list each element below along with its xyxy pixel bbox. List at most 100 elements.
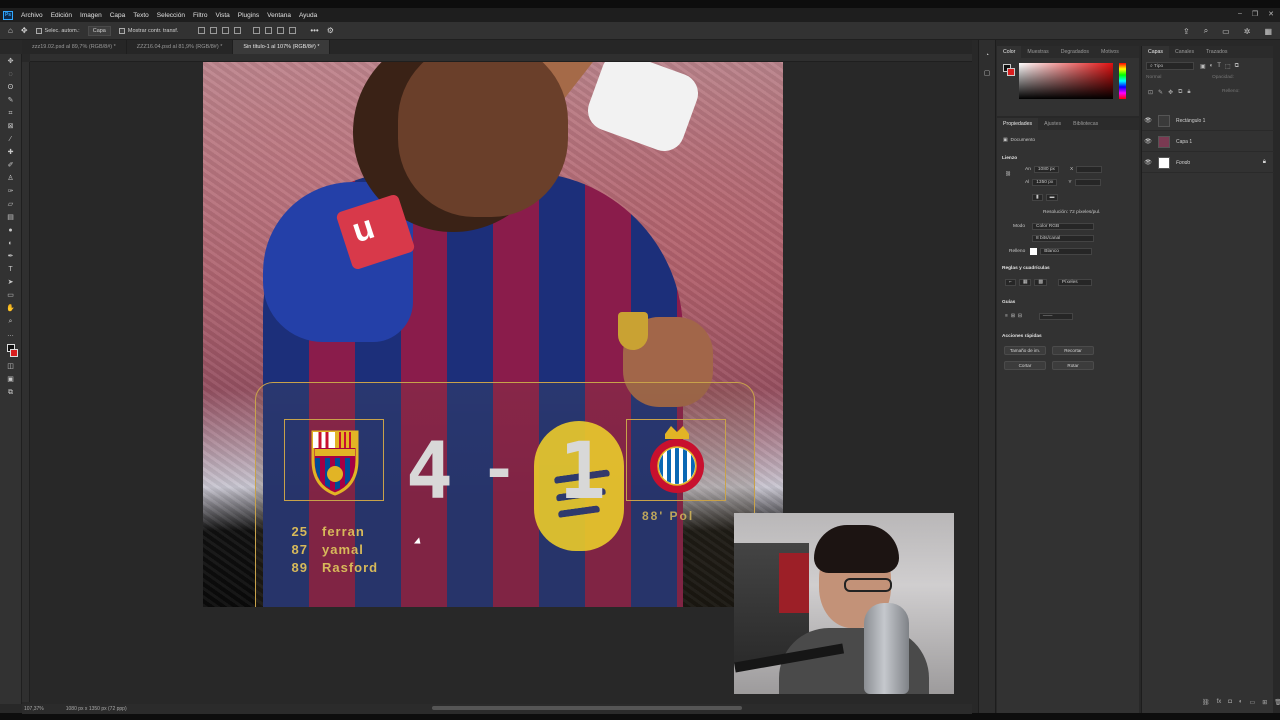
gradient-icon[interactable]: ▤	[6, 214, 15, 221]
rotate-button[interactable]: Rotar	[1052, 361, 1094, 370]
menu-plugins[interactable]: Plugins	[234, 12, 263, 19]
share-tool-icon[interactable]: ⧉	[6, 389, 15, 396]
quick-actions-title[interactable]: Acciones rápidas	[1002, 334, 1042, 339]
frame-icon[interactable]: ⊠	[6, 123, 15, 130]
units-dropdown[interactable]: Píxeles	[1057, 279, 1092, 286]
tab-trazados[interactable]: Trazados	[1200, 46, 1233, 58]
zoom-icon[interactable]: ⌕	[6, 318, 15, 325]
home-icon[interactable]: ⌂	[8, 26, 13, 35]
image-size-button[interactable]: Tamaño de im.	[1004, 346, 1046, 355]
quick-select-icon[interactable]: ✎	[6, 97, 15, 104]
tab-ajustes[interactable]: Ajustes	[1038, 118, 1067, 130]
menu-edicion[interactable]: Edición	[47, 12, 76, 19]
horizontal-ruler[interactable]	[30, 54, 972, 62]
tab-propiedades[interactable]: Propiedades	[997, 118, 1039, 130]
color-picker-field[interactable]	[1019, 63, 1113, 99]
lock-paint-icon[interactable]: ✎	[1158, 89, 1163, 96]
tab-bibliotecas[interactable]: Bibliotecas	[1067, 118, 1104, 130]
tab-degradados[interactable]: Degradados	[1055, 46, 1095, 58]
landscape-icon[interactable]: ▬	[1045, 194, 1059, 201]
layout-icon[interactable]: ▦	[1264, 27, 1272, 36]
guide-layout-icon[interactable]: ⊟	[1018, 314, 1022, 319]
tab-color[interactable]: Color	[997, 46, 1022, 58]
path-select-icon[interactable]: ➤	[6, 279, 15, 286]
layer-row-fondo[interactable]: 👁︎ Fondo 🔒︎	[1142, 153, 1274, 173]
menu-seleccion[interactable]: Selección	[153, 12, 189, 19]
move-tool-icon[interactable]: ✥	[21, 26, 28, 35]
layer-name[interactable]: Rectángulo 1	[1176, 118, 1205, 124]
menu-filtro[interactable]: Filtro	[189, 12, 211, 19]
align-left-icon[interactable]	[198, 27, 206, 34]
share-icon[interactable]: ⇪	[1183, 27, 1190, 36]
menu-ventana[interactable]: Ventana	[263, 12, 295, 19]
auto-select-target-dropdown[interactable]: Capa	[87, 25, 111, 36]
background-color-chip[interactable]	[1007, 68, 1015, 76]
new-layer-icon[interactable]: ⊞	[1262, 699, 1267, 706]
align-middle-icon[interactable]	[265, 27, 273, 34]
mode-dropdown[interactable]: Color RGB	[1032, 223, 1094, 230]
restore-icon[interactable]: ❐	[1252, 10, 1258, 18]
show-transform-checkbox[interactable]	[118, 27, 125, 34]
document-canvas[interactable]: u 4 - 1 25 ferran 87 yamal 89 Rasford 88…	[203, 62, 783, 607]
stamp-icon[interactable]: ♙	[6, 175, 15, 182]
canvas-section-title[interactable]: Lienzo	[1002, 156, 1017, 161]
move-icon[interactable]: ✥	[6, 58, 15, 65]
align-bottom-icon[interactable]	[277, 27, 285, 34]
align-top-icon[interactable]	[234, 27, 242, 34]
guides-section-title[interactable]: Guías	[1002, 300, 1015, 305]
menu-imagen[interactable]: Imagen	[76, 12, 106, 19]
history-brush-icon[interactable]: ✑	[6, 188, 15, 195]
brush-icon[interactable]: ✐	[6, 162, 15, 169]
guide-left-icon[interactable]: ≡	[1005, 314, 1008, 319]
adjustment-layer-icon[interactable]: ◐	[1239, 699, 1243, 706]
filter-pixel-icon[interactable]: ▣	[1200, 63, 1206, 70]
layer-row-capa-1[interactable]: 👁︎ Capa 1	[1142, 132, 1274, 152]
hue-slider[interactable]	[1119, 63, 1126, 99]
tab-muestras[interactable]: Muestras	[1021, 46, 1054, 58]
fill-swatch[interactable]	[1030, 248, 1038, 255]
new-group-icon[interactable]: ▭	[1250, 699, 1256, 706]
width-input[interactable]: 1080 px	[1033, 166, 1059, 173]
tab-zzz19[interactable]: zzz19.02.psd al 89,7% (RGB/8#) *	[22, 40, 127, 54]
lasso-icon[interactable]: ʘ	[6, 84, 15, 91]
menu-archivo[interactable]: Archivo	[17, 12, 47, 19]
blend-mode-dropdown[interactable]: Normal	[1146, 75, 1161, 80]
sparkle-icon[interactable]: ✲	[1244, 27, 1251, 36]
more-options-icon[interactable]: •••	[310, 26, 318, 35]
distribute-icon[interactable]	[253, 27, 261, 34]
menu-ayuda[interactable]: Ayuda	[295, 12, 321, 19]
fill-dropdown[interactable]: Blanco	[1040, 248, 1093, 255]
filter-shape-icon[interactable]: ⬚	[1225, 63, 1231, 70]
eyedropper-icon[interactable]: ⁄	[6, 136, 15, 143]
tab-sin-titulo[interactable]: Sin título-1 al 107% (RGB/8#) *	[233, 40, 331, 54]
zoom-level[interactable]: 107,37%	[24, 706, 44, 712]
workspace-icon[interactable]: ▭	[1222, 27, 1230, 36]
delete-layer-icon[interactable]: 🗑︎	[1274, 699, 1280, 706]
quick-mask-icon[interactable]: ◫	[6, 363, 15, 370]
search-icon[interactable]: ⌕	[1204, 26, 1208, 36]
rectangle-icon[interactable]: ▭	[6, 292, 15, 299]
lock-all-icon[interactable]: 🔒︎	[1187, 89, 1190, 96]
lock-pixels-icon[interactable]: ⊡	[1148, 89, 1153, 96]
filter-adjust-icon[interactable]: ◐	[1210, 63, 1214, 70]
screen-mode-icon[interactable]: ▣	[6, 376, 15, 383]
cut-button[interactable]: Cortar	[1004, 361, 1046, 370]
blur-icon[interactable]: ●	[6, 227, 15, 234]
scoreboard-rectangle[interactable]: 4 - 1 25 ferran 87 yamal 89 Rasford 88' …	[255, 382, 755, 607]
rulers-section-title[interactable]: Reglas y cuadrículas	[1002, 266, 1050, 271]
x-input[interactable]	[1076, 166, 1103, 173]
vertical-ruler[interactable]	[22, 62, 30, 702]
background-color-swatch[interactable]	[9, 349, 18, 357]
menu-vista[interactable]: Vista	[211, 12, 233, 19]
guide-new-icon[interactable]: ⊞	[1011, 314, 1015, 319]
bit-depth-dropdown[interactable]: 8 bits/canal	[1032, 235, 1094, 242]
align-right-icon[interactable]	[222, 27, 230, 34]
more-tools-icon[interactable]: …	[6, 331, 15, 338]
layer-row-rectangulo[interactable]: 👁︎ Rectángulo 1	[1142, 111, 1274, 131]
menu-capa[interactable]: Capa	[106, 12, 130, 19]
crop-button[interactable]: Recortar	[1052, 346, 1094, 355]
minimize-icon[interactable]: –	[1238, 10, 1242, 18]
healing-icon[interactable]: ✚	[6, 149, 15, 156]
close-icon[interactable]: ✕	[1268, 10, 1274, 18]
crop-icon[interactable]: ⌗	[6, 110, 15, 117]
